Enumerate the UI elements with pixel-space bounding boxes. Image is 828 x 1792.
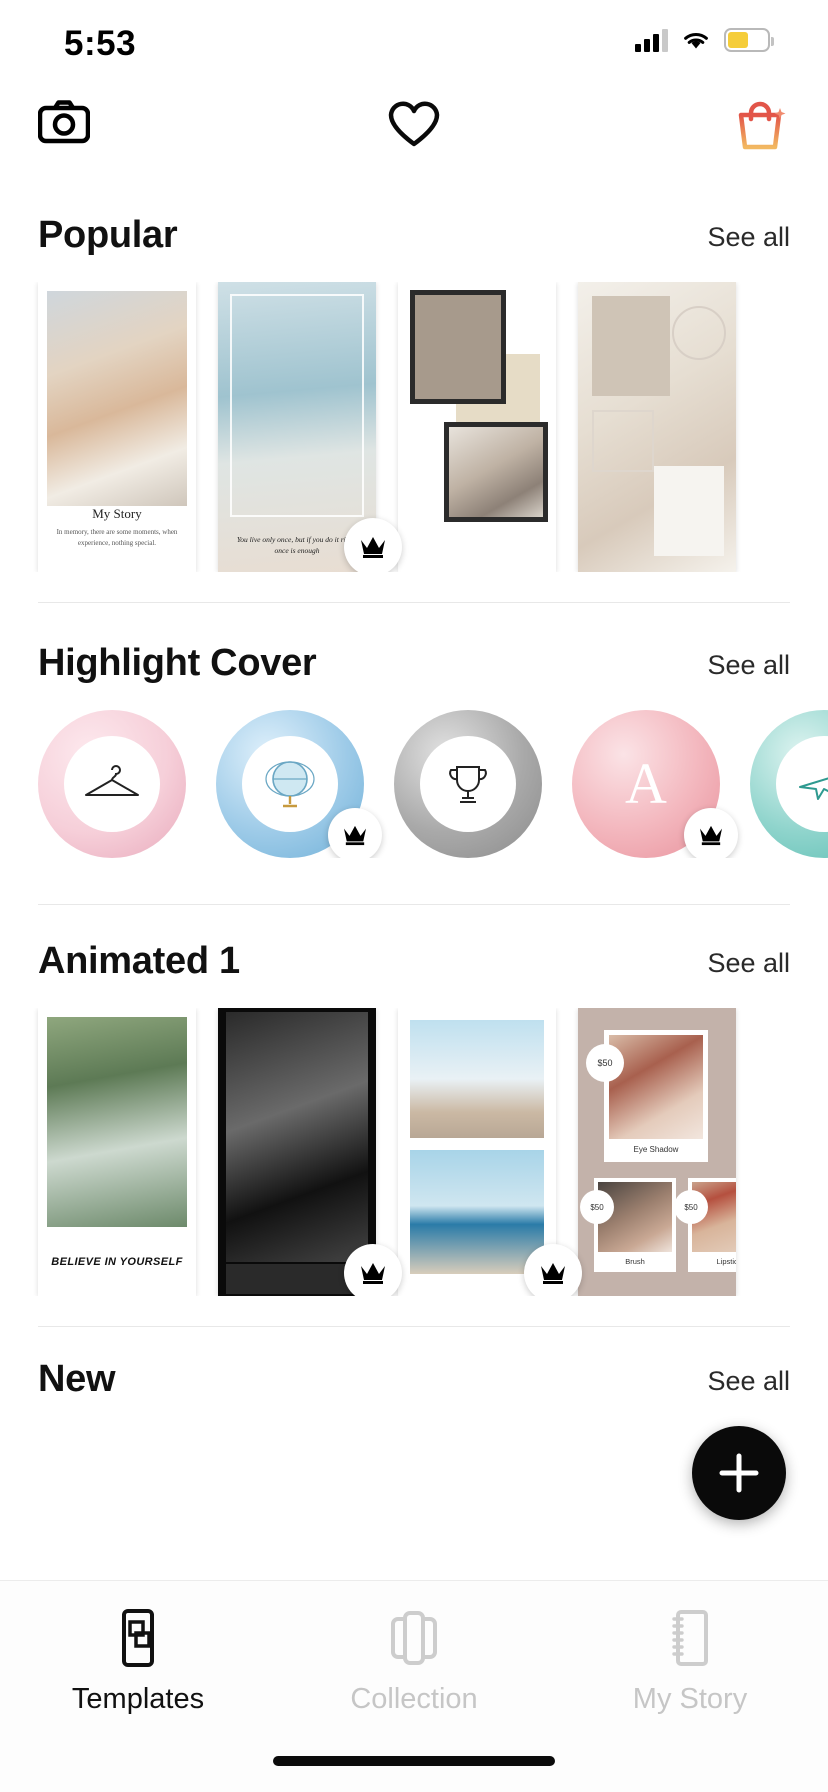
section-popular: Popular See all My Story In memory, ther… [0, 178, 828, 603]
card-photo [47, 291, 187, 506]
tab-templates[interactable]: Templates [0, 1607, 276, 1716]
home-indicator [273, 1756, 555, 1766]
crown-icon [524, 1244, 582, 1296]
tab-label: Collection [350, 1683, 478, 1715]
section-new: New See all [0, 1322, 828, 1398]
crown-icon [344, 518, 402, 572]
card-photo [578, 282, 736, 572]
battery-icon [724, 28, 774, 52]
templates-icon [122, 1609, 154, 1667]
app-screen: 5:53 Popular See all My Story In memory,… [0, 0, 828, 1792]
plus-icon [719, 1453, 759, 1493]
animated-rail[interactable]: BELIEVE IN YOURSELF Eye Shadow $50 Brush… [0, 1008, 828, 1296]
crown-icon [344, 1244, 402, 1296]
status-bar-time: 5:53 [64, 24, 137, 63]
bottom-tab-bar: Templates Collection My Story [0, 1580, 828, 1792]
hanger-icon [64, 736, 160, 832]
template-card[interactable]: Eye Shadow $50 Brush $50 Lipstick $50 [578, 1008, 736, 1296]
tab-collection[interactable]: Collection [276, 1607, 552, 1716]
section-title: New [38, 1358, 116, 1400]
globe-icon [242, 736, 338, 832]
see-all-popular[interactable]: See all [707, 224, 790, 254]
product-label: Eye Shadow [633, 1145, 679, 1154]
section-title: Highlight Cover [38, 642, 317, 684]
collection-icon [391, 1611, 437, 1665]
card-caption: BELIEVE IN YOURSELF [38, 1256, 196, 1268]
template-card[interactable] [578, 282, 736, 572]
page-title: Popular [38, 214, 178, 256]
see-all-animated[interactable]: See all [707, 950, 790, 980]
status-bar-indicators [635, 28, 774, 52]
section-header: Highlight Cover See all [0, 606, 828, 682]
tab-label: Templates [71, 1683, 205, 1715]
section-title: Animated 1 [38, 940, 240, 982]
top-action-bar [0, 86, 828, 176]
card-caption-title: BELIEVE IN YOURSELF [51, 1256, 183, 1268]
price-badge: $50 [674, 1190, 708, 1224]
tab-my-story[interactable]: My Story [552, 1607, 828, 1716]
status-bar: 5:53 [0, 0, 828, 86]
price-badge: $50 [580, 1190, 614, 1224]
popular-rail[interactable]: My Story In memory, there are some momen… [0, 282, 828, 572]
highlight-cover-item[interactable] [750, 710, 828, 858]
shopping-bag-icon[interactable] [732, 100, 788, 157]
template-card[interactable] [398, 1008, 582, 1296]
card-caption-sub: In memory, there are some moments, when … [56, 528, 178, 547]
section-header: New See all [0, 1322, 828, 1398]
camera-icon[interactable] [37, 100, 91, 149]
airplane-icon [776, 736, 828, 832]
card-caption: My Story In memory, there are some momen… [38, 506, 196, 548]
section-divider [38, 602, 790, 603]
my-story-icon [672, 1610, 708, 1666]
section-header: Popular See all [0, 178, 828, 254]
crown-icon [684, 808, 738, 858]
see-all-new[interactable]: See all [707, 1368, 790, 1398]
price-badge: $50 [586, 1044, 624, 1082]
trophy-icon [420, 736, 516, 832]
section-animated-1: Animated 1 See all BELIEVE IN YOURSELF E… [0, 904, 828, 1327]
card-photo: Eye Shadow $50 Brush $50 Lipstick $50 [578, 1008, 736, 1296]
section-header: Animated 1 See all [0, 904, 828, 980]
card-photo [47, 1017, 187, 1227]
crown-icon [328, 808, 382, 858]
see-all-highlight[interactable]: See all [707, 652, 790, 682]
cellular-signal-icon [635, 28, 668, 52]
highlight-cover-item[interactable] [394, 710, 542, 858]
wifi-icon [684, 33, 708, 49]
template-card[interactable]: BELIEVE IN YOURSELF [38, 1008, 196, 1296]
tab-label: My Story [632, 1683, 748, 1715]
template-card[interactable] [398, 282, 556, 572]
template-card[interactable] [218, 1008, 402, 1296]
card-caption-title: My Story [92, 506, 142, 521]
card-photo [398, 282, 556, 572]
highlight-letter: A [625, 751, 667, 816]
product-label: Lipstick [716, 1257, 736, 1266]
product-label: Brush [625, 1257, 645, 1266]
section-highlight-cover: Highlight Cover See all A [0, 606, 828, 905]
highlight-cover-item[interactable]: A [572, 710, 738, 858]
template-card[interactable]: You live only once, but if you do it rig… [218, 282, 402, 572]
letter-a-icon: A [598, 736, 694, 832]
create-button[interactable] [692, 1426, 786, 1520]
highlight-cover-item[interactable] [216, 710, 382, 858]
highlight-rail[interactable]: A [0, 710, 828, 858]
heart-icon[interactable] [388, 100, 440, 153]
template-card[interactable]: My Story In memory, there are some momen… [38, 282, 196, 572]
highlight-cover-item[interactable] [38, 710, 186, 858]
